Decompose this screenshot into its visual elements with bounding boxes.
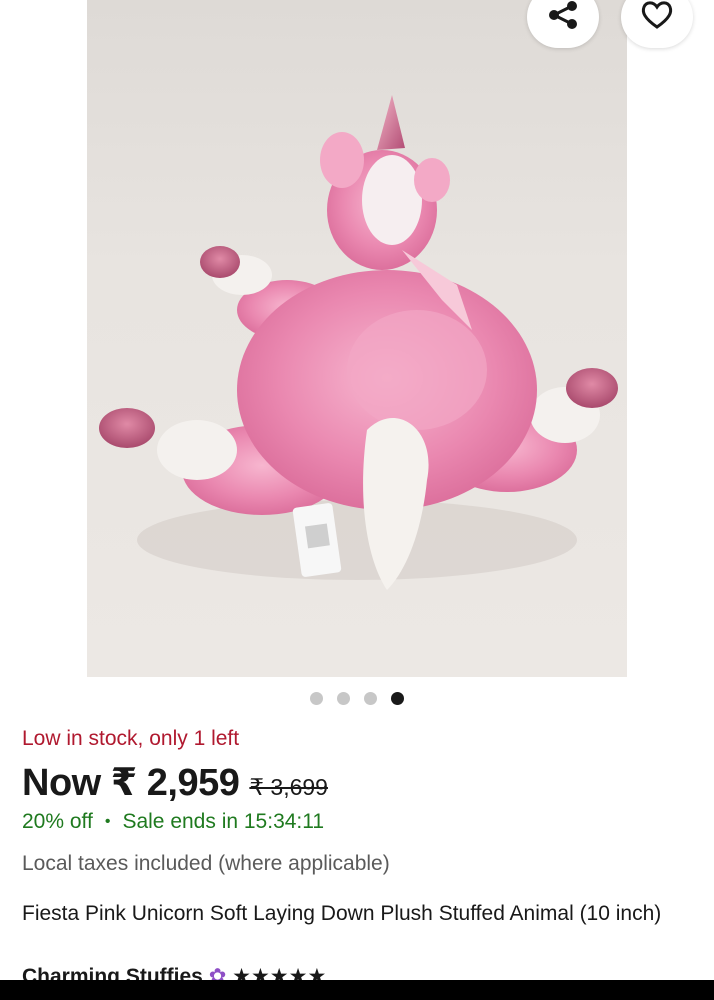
unicorn-plush-image [99,95,618,590]
taxes-note: Local taxes included (where applicable) [22,852,390,875]
seller-name[interactable]: Charming Stuffies [22,965,203,980]
sale-countdown: Sale ends in 15:34:11 [122,810,325,833]
seller-row[interactable]: Charming Stuffies ✿ ★★★★★ [22,964,712,980]
seller-rating-stars: ★★★★★ [232,965,327,980]
system-nav-bar [0,980,714,1000]
product-photo[interactable] [87,0,627,677]
product-title: Fiesta Pink Unicorn Soft Laying Down Plu… [22,902,662,925]
price-row: Now ₹ 2,959 ₹ 3,699 [22,760,328,805]
sale-info: 20% off • Sale ends in 15:34:11 [22,810,324,834]
gallery-dot[interactable] [310,691,323,705]
gallery-dot[interactable] [364,691,377,705]
share-icon [546,0,580,35]
favorite-button[interactable] [621,0,693,48]
separator: • [104,813,111,830]
stock-status: Low in stock, only 1 left [22,727,240,750]
gallery-pagination [0,689,714,707]
heart-icon [640,0,674,35]
discount-label: 20% off [22,810,93,833]
current-price: Now ₹ 2,959 [22,762,240,804]
original-price: ₹ 3,699 [249,774,328,800]
gallery-dot[interactable] [337,691,350,705]
seller-badge-icon: ✿ [208,965,233,980]
gallery-dot-active[interactable] [391,691,404,705]
product-image-gallery[interactable] [0,0,714,690]
